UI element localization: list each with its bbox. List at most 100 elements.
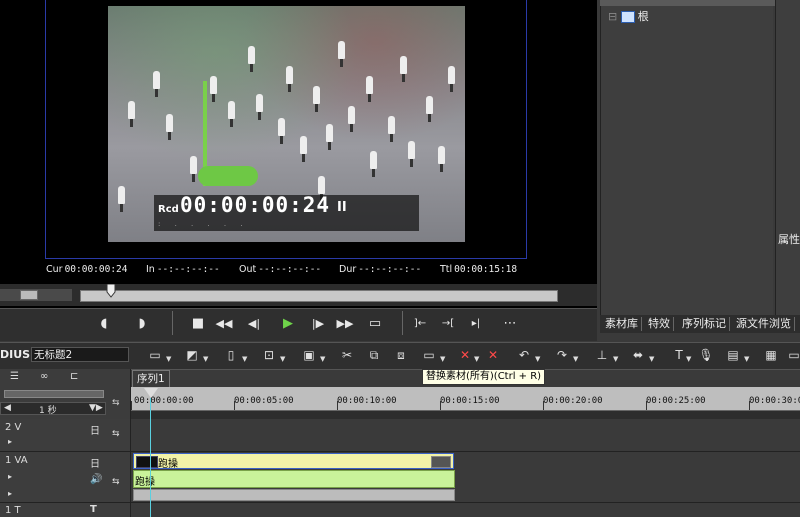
open-icon[interactable]: ⊡ xyxy=(260,347,278,363)
title-track-icon[interactable]: T xyxy=(90,504,97,515)
recorder-timecode: 00:00:00:24 xyxy=(180,193,331,217)
expand-arrow-icon[interactable]: ▸ xyxy=(8,472,12,481)
recorder-label: Rcd xyxy=(158,204,179,215)
paste-icon[interactable]: ⧈ xyxy=(392,347,410,363)
position-slider[interactable] xyxy=(80,290,558,302)
track-2v[interactable] xyxy=(131,419,800,452)
link-icon[interactable]: ⬌ xyxy=(629,347,647,363)
expand-icon[interactable]: ⇆ xyxy=(112,398,120,408)
set-in-button[interactable]: ◖ xyxy=(94,316,114,332)
track-header-1t[interactable]: 1 T T xyxy=(0,503,130,517)
set-out-button[interactable]: ◗ xyxy=(132,316,152,332)
fast-forward-button[interactable]: ▶▶ xyxy=(335,316,355,332)
tab-sequence-markers[interactable]: 序列标记 xyxy=(679,317,730,331)
expand-arrow-icon[interactable]: ▸ xyxy=(8,489,12,498)
rewind-button[interactable]: ◀◀ xyxy=(214,316,234,332)
mode-icon[interactable]: ▭ xyxy=(146,347,164,363)
audio-clip[interactable]: 跑操 xyxy=(133,470,455,488)
panel-header xyxy=(600,0,800,6)
redo-icon[interactable]: ↷ xyxy=(553,347,571,363)
properties-panel xyxy=(775,0,800,317)
tab-sequence-1[interactable]: 序列1 xyxy=(132,370,170,387)
timecode-in: In --:--:--:-- xyxy=(146,264,220,275)
stop-button[interactable]: ■ xyxy=(188,316,208,332)
track-header-toolbar: ☰ ∞ ⊏ xyxy=(0,370,130,386)
ruler-label: 00:00:20:00 xyxy=(543,396,603,406)
new-file-icon[interactable]: ▯ xyxy=(222,347,240,363)
recorder-timecode-overlay: Rcd 00:00:00:24 II : . . . . . xyxy=(154,193,419,231)
ruler-label: 00:00:00:00 xyxy=(134,396,194,406)
tab-source-browser[interactable]: 源文件浏览 xyxy=(733,317,795,331)
delete-icon[interactable]: ✕ xyxy=(456,347,474,363)
step-forward-button[interactable]: |▶ xyxy=(308,316,328,332)
shuttle-handle[interactable] xyxy=(20,290,38,300)
track-sync-icon[interactable]: ⇆ xyxy=(112,477,120,487)
playhead[interactable] xyxy=(144,388,158,398)
overwrite-button[interactable]: →[ xyxy=(436,316,460,332)
library-tree-root[interactable]: ⊟ 根 xyxy=(608,8,649,24)
folder-icon xyxy=(620,11,635,23)
audio-waveform-lane[interactable] xyxy=(133,489,455,501)
step-back-button[interactable]: ◀| xyxy=(244,316,264,332)
timeline-scale-dropdown[interactable]: ◀ 1 秒 ▼▶ xyxy=(0,402,106,416)
basketball-hoop-base-shape xyxy=(198,166,258,186)
match-frame-button[interactable]: ▸| xyxy=(464,316,488,332)
tab-asset-library[interactable]: 素材库 xyxy=(602,317,642,331)
cut-icon[interactable]: ✂ xyxy=(338,347,356,363)
properties-label: 属性 xyxy=(778,233,800,246)
grid-icon[interactable]: ▦ xyxy=(762,347,780,363)
timeline-ruler[interactable]: 00:00:00:00 00:00:05:00 00:00:10:00 00:0… xyxy=(131,387,800,411)
ruler-label: 00:00:10:00 xyxy=(337,396,397,406)
position-slider-handle[interactable] xyxy=(106,284,116,298)
track-tool-icon[interactable]: ☰ xyxy=(10,371,19,382)
app-name: DIUS xyxy=(0,348,31,361)
save-icon[interactable]: ▣ xyxy=(300,347,318,363)
microphone-icon[interactable]: 🎙 xyxy=(697,347,715,363)
play-button[interactable]: ▶ xyxy=(278,316,298,332)
clip-end-thumbnail xyxy=(431,456,451,468)
track-icon[interactable]: 日 xyxy=(90,422,100,437)
track-sync-icon[interactable]: ⇆ xyxy=(112,429,120,439)
ruler-label: 00:00:05:00 xyxy=(234,396,294,406)
marker-icon[interactable]: ⊥ xyxy=(593,347,611,363)
divider xyxy=(402,311,403,335)
monitor-icon[interactable]: ▭ xyxy=(785,347,800,363)
project-name-field[interactable]: 无标题2 xyxy=(31,347,129,362)
divider xyxy=(172,311,173,335)
replace-icon[interactable]: ▭ xyxy=(420,347,438,363)
snap-icon[interactable]: ⊏ xyxy=(70,371,78,382)
ruler-label: 00:00:15:00 xyxy=(440,396,500,406)
layout-icon[interactable]: ◩ xyxy=(183,347,201,363)
insert-button[interactable]: ]← xyxy=(408,316,432,332)
timecode-cur: Cur 00:00:00:24 xyxy=(46,264,128,275)
export-icon[interactable]: ▤ xyxy=(724,347,742,363)
expand-arrow-icon[interactable]: ▸ xyxy=(8,437,12,446)
video-frame: Rcd 00:00:00:24 II : . . . . . xyxy=(45,0,527,259)
loop-button[interactable]: ▭ xyxy=(365,316,385,332)
timecode-out: Out --:--:--:-- xyxy=(239,264,322,275)
ruler-label: 00:00:25:00 xyxy=(646,396,706,406)
copy-icon[interactable]: ⧉ xyxy=(365,347,383,363)
track-icon[interactable]: 日 xyxy=(90,455,100,470)
recorder-dots: : . . . . . xyxy=(158,220,249,228)
clip-thumbnail xyxy=(136,456,158,468)
clip-name: 跑操 xyxy=(158,459,178,470)
zoom-slider[interactable] xyxy=(4,390,104,398)
ruler-label: 00:00:30:0 xyxy=(749,396,800,406)
pause-state-icon: II xyxy=(337,200,347,215)
track-header-2v[interactable]: 2 V 日 ▸ ⇆ xyxy=(0,419,130,452)
undo-icon[interactable]: ↶ xyxy=(515,347,533,363)
asset-library-panel xyxy=(600,0,773,317)
timecode-dur: Dur --:--:--:-- xyxy=(339,264,422,275)
clip-name: 跑操 xyxy=(135,477,155,488)
tab-effects[interactable]: 特效 xyxy=(645,317,674,331)
sync-lock-icon[interactable]: ∞ xyxy=(40,371,48,382)
tooltip: 替换素材(所有)(Ctrl + R) xyxy=(422,369,546,385)
more-options-button[interactable]: ⋯ xyxy=(500,316,520,332)
track-header-1va[interactable]: 1 VA 日 ▸ 🔊 ▸ ⇆ xyxy=(0,452,130,503)
timecode-ttl: Ttl 00:00:15:18 xyxy=(440,264,518,275)
track-1t[interactable] xyxy=(131,503,800,517)
video-clip[interactable]: 跑操 xyxy=(133,453,454,470)
ripple-delete-icon[interactable]: ✕ xyxy=(484,347,502,363)
speaker-icon[interactable]: 🔊 xyxy=(90,474,102,485)
